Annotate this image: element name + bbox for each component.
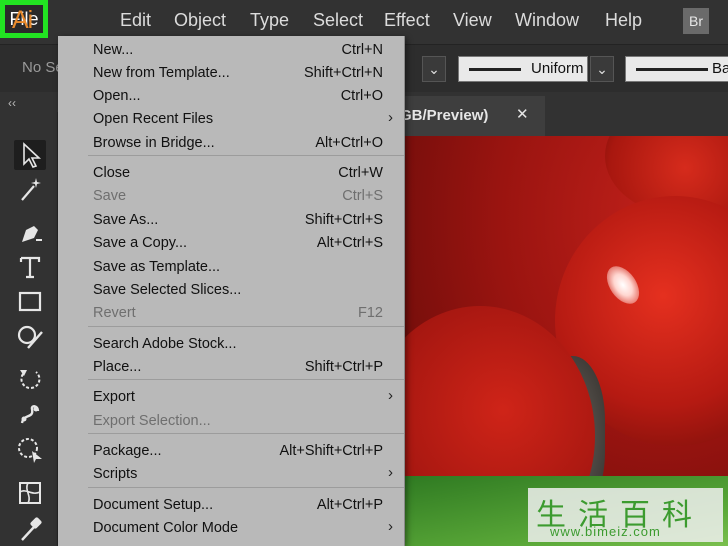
menu-item-shortcut: Alt+Shift+Ctrl+P	[279, 443, 383, 459]
menu-effect[interactable]: Effect	[384, 10, 430, 31]
menu-item-label: Save a Copy...	[93, 235, 188, 251]
file-menu-item: Revert F12	[58, 303, 405, 326]
menu-item-shortcut: Shift+Ctrl+N	[304, 65, 383, 81]
brush-line-icon	[636, 68, 708, 71]
menu-select[interactable]: Select	[313, 10, 363, 31]
menu-item-shortcut: Shift+Ctrl+S	[304, 212, 383, 228]
menu-item-label: Open Recent Files	[93, 111, 214, 127]
menu-item-label: Export	[93, 389, 135, 405]
menu-item-label: Search Adobe Stock...	[93, 336, 237, 352]
menu-item-label: Save Selected Slices...	[93, 282, 242, 298]
puppet-warp-icon[interactable]	[14, 399, 46, 429]
artboard-canvas[interactable]: 生活百科 www.bimeiz.com	[405, 136, 728, 546]
menu-item-shortcut: Alt+Ctrl+S	[316, 235, 383, 251]
close-icon[interactable]: ✕	[516, 105, 529, 123]
menu-item-shortcut: Ctrl+W	[338, 165, 383, 181]
stroke-profile-dropdown[interactable]: Uniform	[458, 56, 588, 82]
menu-separator	[88, 433, 404, 434]
file-menu-item[interactable]: Open... Ctrl+O	[58, 86, 405, 109]
file-menu-item[interactable]: Browse in Bridge... Alt+Ctrl+O	[58, 133, 405, 156]
menu-item-label: Export Selection...	[93, 413, 211, 429]
file-menu-item[interactable]: New... Ctrl+N	[58, 40, 405, 63]
brush-definition-dropdown[interactable]: Ba	[625, 56, 728, 82]
file-menu-item[interactable]: Save a Copy... Alt+Ctrl+S	[58, 233, 405, 256]
menu-item-label: Scripts	[93, 466, 138, 482]
file-menu-item[interactable]: Document Setup... Alt+Ctrl+P	[58, 495, 405, 518]
app-logo: Ai	[12, 6, 33, 34]
chevron-down-icon[interactable]: ⌄	[590, 56, 614, 82]
chevron-down-icon[interactable]: ⌄	[422, 56, 446, 82]
mesh-tool-icon[interactable]	[14, 478, 46, 508]
menu-item-label: Open...	[93, 88, 141, 104]
file-menu-item[interactable]: Search Adobe Stock...	[58, 334, 405, 357]
watermark-url: www.bimeiz.com	[550, 524, 661, 539]
submenu-arrow-icon: ›	[388, 109, 393, 126]
eyedropper-icon[interactable]	[14, 514, 46, 544]
menu-separator	[88, 326, 404, 327]
file-menu-item: Export Selection...	[58, 411, 405, 434]
menu-item-shortcut: Alt+Ctrl+P	[316, 497, 383, 513]
collapse-panel-icon[interactable]: ‹‹	[8, 96, 16, 110]
menu-item-shortcut: Shift+Ctrl+P	[304, 359, 383, 375]
menu-item-label: Save As...	[93, 212, 159, 228]
type-tool-icon[interactable]	[14, 252, 46, 282]
file-menu-item[interactable]: Save Selected Slices...	[58, 280, 405, 303]
menu-item-label: Browse in Bridge...	[93, 135, 215, 151]
menu-item-shortcut: Ctrl+N	[341, 42, 384, 58]
menu-item-shortcut: Ctrl+O	[340, 88, 383, 104]
selection-tool-icon[interactable]	[14, 140, 46, 170]
menu-window[interactable]: Window	[515, 10, 579, 31]
file-menu-item[interactable]: Document Color Mode ›	[58, 518, 405, 541]
brush-label: Ba	[712, 60, 728, 77]
file-menu-item[interactable]: Save as Template...	[58, 257, 405, 280]
file-menu-item[interactable]: Close Ctrl+W	[58, 163, 405, 186]
menu-item-label: Save	[93, 188, 127, 204]
menu-separator	[88, 487, 404, 488]
rectangle-tool-icon[interactable]	[14, 287, 46, 317]
submenu-arrow-icon: ›	[388, 518, 393, 535]
free-transform-icon[interactable]	[14, 435, 46, 465]
pen-tool-icon[interactable]	[14, 218, 46, 248]
menu-item-label: New...	[93, 42, 134, 58]
menu-item-label: Place...	[93, 359, 142, 375]
menu-item-shortcut: Alt+Ctrl+O	[315, 135, 383, 151]
file-menu-item[interactable]: Open Recent Files ›	[58, 109, 405, 132]
submenu-arrow-icon: ›	[388, 464, 393, 481]
menu-item-label: Package...	[93, 443, 162, 459]
menu-item-label: Document Setup...	[93, 497, 214, 513]
magic-wand-icon[interactable]	[14, 174, 46, 204]
menu-item-shortcut: Ctrl+S	[342, 188, 383, 204]
tools-panel	[0, 112, 58, 546]
file-menu-dropdown: New... Ctrl+N New from Template... Shift+Ct…	[58, 36, 405, 546]
menu-help[interactable]: Help	[605, 10, 642, 31]
menu-item-label: New from Template...	[93, 65, 230, 81]
menu-object[interactable]: Object	[174, 10, 226, 31]
rotate-tool-icon[interactable]	[14, 364, 46, 394]
menu-item-label: Close	[93, 165, 131, 181]
menu-separator	[88, 155, 404, 156]
watermark: 生活百科 www.bimeiz.com	[528, 488, 723, 542]
file-menu-item[interactable]: Package... Alt+Shift+Ctrl+P	[58, 441, 405, 464]
document-tab-title: GB/Preview)	[400, 107, 489, 124]
file-menu-item[interactable]: Scripts ›	[58, 464, 405, 487]
menu-edit[interactable]: Edit	[120, 10, 151, 31]
menu-view[interactable]: View	[453, 10, 492, 31]
menu-separator	[88, 379, 404, 380]
menu-item-label: Save as Template...	[93, 259, 221, 275]
shaper-tool-icon[interactable]	[14, 322, 46, 352]
submenu-arrow-icon: ›	[388, 387, 393, 404]
bridge-button[interactable]: Br	[683, 8, 709, 34]
stroke-profile-label: Uniform	[531, 60, 584, 77]
menu-type[interactable]: Type	[250, 10, 289, 31]
menu-item-label: Revert	[93, 305, 136, 321]
menu-item-shortcut: F12	[358, 305, 383, 321]
file-menu-item[interactable]: Export ›	[58, 387, 405, 410]
stroke-line-icon	[469, 68, 521, 71]
file-menu-item: Save Ctrl+S	[58, 186, 405, 209]
file-menu-item[interactable]: New from Template... Shift+Ctrl+N	[58, 63, 405, 86]
file-menu-item[interactable]: Save As... Shift+Ctrl+S	[58, 210, 405, 233]
menu-item-label: Document Color Mode	[93, 520, 239, 536]
file-menu-item[interactable]: Place... Shift+Ctrl+P	[58, 357, 405, 380]
